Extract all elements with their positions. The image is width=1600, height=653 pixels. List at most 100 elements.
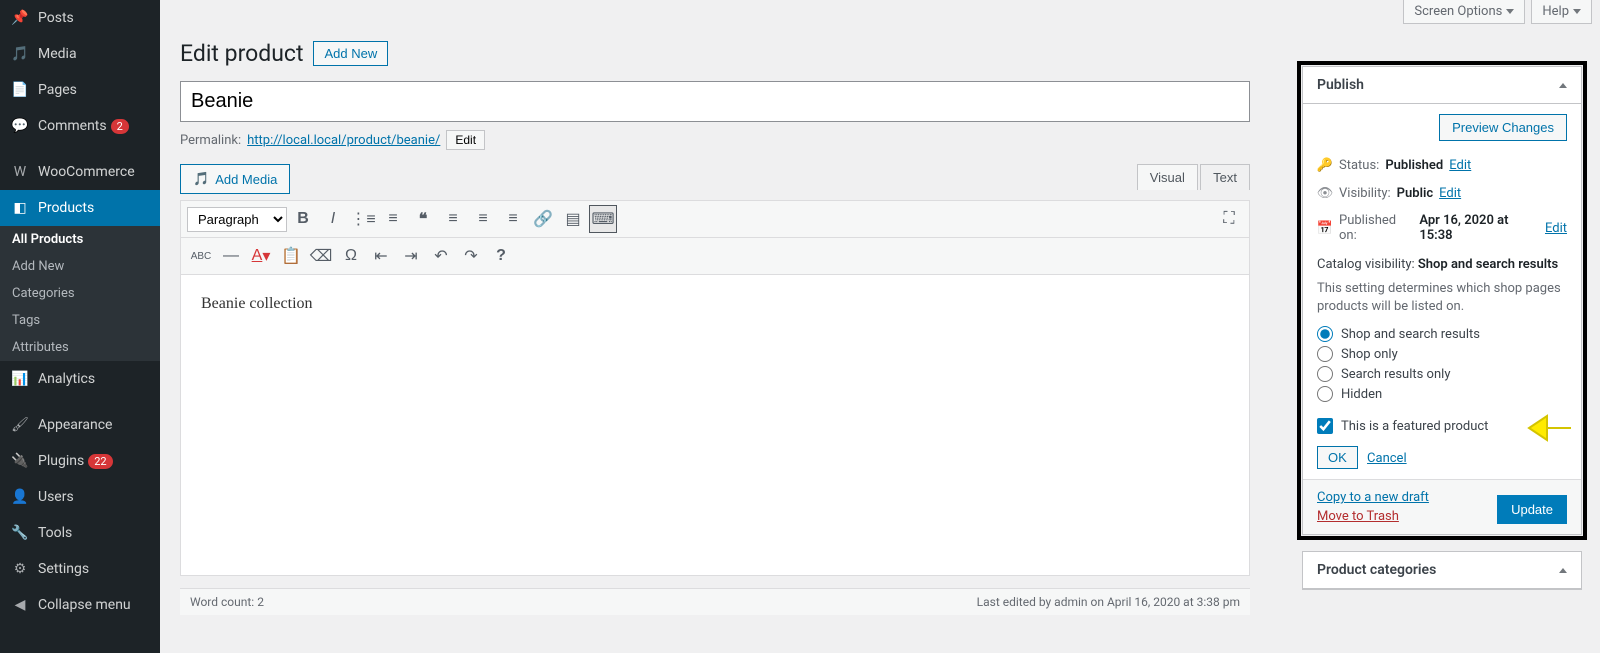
add-new-button[interactable]: Add New: [313, 41, 388, 66]
submenu-categories[interactable]: Categories: [0, 280, 160, 307]
clear-format-button[interactable]: ⌫: [307, 242, 335, 270]
main-content: Screen Options Help Edit product Add New…: [160, 0, 1600, 653]
comment-icon: 💬: [10, 116, 30, 136]
tab-text[interactable]: Text: [1200, 164, 1250, 190]
submenu-all-products[interactable]: All Products: [0, 226, 160, 253]
permalink-url[interactable]: http://local.local/product/beanie/: [247, 133, 440, 148]
align-center-button[interactable]: ≡: [469, 205, 497, 233]
format-select[interactable]: Paragraph: [187, 207, 287, 232]
product-title-input[interactable]: [180, 81, 1250, 122]
menu-collapse[interactable]: ◀Collapse menu: [0, 587, 160, 623]
help-tab[interactable]: Help: [1531, 0, 1592, 24]
menu-tools[interactable]: 🔧Tools: [0, 515, 160, 551]
outdent-button[interactable]: ⇤: [367, 242, 395, 270]
paste-text-button[interactable]: 📋: [277, 242, 305, 270]
align-left-button[interactable]: ≡: [439, 205, 467, 233]
edit-status-link[interactable]: Edit: [1449, 158, 1471, 173]
submenu-add-new[interactable]: Add New: [0, 253, 160, 280]
menu-settings[interactable]: ⚙Settings: [0, 551, 160, 587]
menu-comments[interactable]: 💬Comments2: [0, 108, 160, 144]
menu-analytics[interactable]: 📊Analytics: [0, 361, 160, 397]
collapse-icon[interactable]: [1559, 568, 1567, 573]
fullscreen-button[interactable]: ⛶: [1215, 205, 1243, 233]
gear-icon: ⚙: [10, 559, 30, 579]
last-edited: Last edited by admin on April 16, 2020 a…: [977, 595, 1240, 609]
preview-changes-button[interactable]: Preview Changes: [1439, 114, 1567, 141]
radio-hidden[interactable]: [1317, 386, 1333, 402]
categories-title: Product categories: [1317, 562, 1436, 578]
radio-shop-search[interactable]: [1317, 326, 1333, 342]
redo-button[interactable]: ↷: [457, 242, 485, 270]
tab-visual[interactable]: Visual: [1137, 164, 1198, 190]
screen-options-tab[interactable]: Screen Options: [1403, 0, 1525, 24]
undo-button[interactable]: ↶: [427, 242, 455, 270]
calendar-icon: 📅: [1317, 220, 1333, 236]
pin-icon: 📌: [10, 8, 30, 28]
submenu-tags[interactable]: Tags: [0, 307, 160, 334]
users-icon: 👤: [10, 487, 30, 507]
brush-icon: 🖌: [10, 415, 30, 435]
text-color-button[interactable]: A ▾: [247, 242, 275, 270]
page-icon: 📄: [10, 80, 30, 100]
chevron-down-icon: [1573, 9, 1581, 14]
eye-icon: 👁: [1317, 185, 1333, 201]
editor-body[interactable]: Beanie collection: [181, 275, 1249, 575]
bold-button[interactable]: B: [289, 205, 317, 233]
collapse-icon[interactable]: [1559, 83, 1567, 88]
chevron-down-icon: [1506, 9, 1514, 14]
product-categories-metabox: Product categories: [1302, 551, 1582, 590]
edit-visibility-link[interactable]: Edit: [1439, 186, 1461, 201]
menu-woocommerce[interactable]: WWooCommerce: [0, 154, 160, 190]
help-button[interactable]: ?: [487, 242, 515, 270]
readmore-button[interactable]: ▤: [559, 205, 587, 233]
align-right-button[interactable]: ≡: [499, 205, 527, 233]
media-icon: 🎵: [193, 171, 209, 187]
indent-button[interactable]: ⇥: [397, 242, 425, 270]
link-button[interactable]: 🔗: [529, 205, 557, 233]
analytics-icon: 📊: [10, 369, 30, 389]
woocommerce-icon: W: [10, 162, 30, 182]
italic-button[interactable]: I: [319, 205, 347, 233]
special-char-button[interactable]: Ω: [337, 242, 365, 270]
toolbar-toggle-button[interactable]: ⌨: [589, 205, 617, 233]
word-count: Word count: 2: [190, 595, 264, 609]
menu-products[interactable]: ◧Products: [0, 190, 160, 226]
catalog-visibility-radios: Shop and search results Shop only Search…: [1317, 324, 1567, 404]
menu-appearance[interactable]: 🖌Appearance: [0, 407, 160, 443]
bullet-list-button[interactable]: ⋮≡: [349, 205, 377, 233]
menu-pages[interactable]: 📄Pages: [0, 72, 160, 108]
edit-date-link[interactable]: Edit: [1545, 221, 1567, 236]
publish-metabox: Publish Preview Changes 🔑Status: Publish…: [1302, 66, 1582, 535]
ok-button[interactable]: OK: [1317, 446, 1358, 469]
update-button[interactable]: Update: [1497, 495, 1567, 524]
menu-posts[interactable]: 📌Posts: [0, 0, 160, 36]
collapse-icon: ◀: [10, 595, 30, 615]
plugin-icon: 🔌: [10, 451, 30, 471]
catalog-help: This setting determines which shop pages…: [1317, 280, 1567, 316]
admin-sidebar: 📌Posts 🎵Media 📄Pages 💬Comments2 WWooComm…: [0, 0, 160, 653]
publish-title: Publish: [1317, 77, 1364, 93]
page-title: Edit product: [180, 40, 303, 67]
radio-search-only[interactable]: [1317, 366, 1333, 382]
copy-draft-link[interactable]: Copy to a new draft: [1317, 490, 1429, 505]
blockquote-button[interactable]: ❝: [409, 205, 437, 233]
radio-shop-only[interactable]: [1317, 346, 1333, 362]
arrow-annotation-icon: [1527, 410, 1573, 446]
menu-media[interactable]: 🎵Media: [0, 36, 160, 72]
cancel-link[interactable]: Cancel: [1367, 451, 1407, 466]
featured-label: This is a featured product: [1341, 419, 1488, 434]
wrench-icon: 🔧: [10, 523, 30, 543]
numbered-list-button[interactable]: ≡: [379, 205, 407, 233]
products-submenu: All Products Add New Categories Tags Att…: [0, 226, 160, 361]
submenu-attributes[interactable]: Attributes: [0, 334, 160, 361]
strikethrough-button[interactable]: ABC: [187, 242, 215, 270]
add-media-button[interactable]: 🎵Add Media: [180, 164, 290, 194]
hr-button[interactable]: —: [217, 242, 245, 270]
permalink-label: Permalink:: [180, 133, 241, 148]
featured-checkbox[interactable]: [1317, 418, 1333, 434]
permalink-edit-button[interactable]: Edit: [446, 130, 485, 150]
menu-plugins[interactable]: 🔌Plugins22: [0, 443, 160, 479]
menu-users[interactable]: 👤Users: [0, 479, 160, 515]
key-icon: 🔑: [1317, 157, 1333, 173]
move-trash-link[interactable]: Move to Trash: [1317, 509, 1429, 524]
